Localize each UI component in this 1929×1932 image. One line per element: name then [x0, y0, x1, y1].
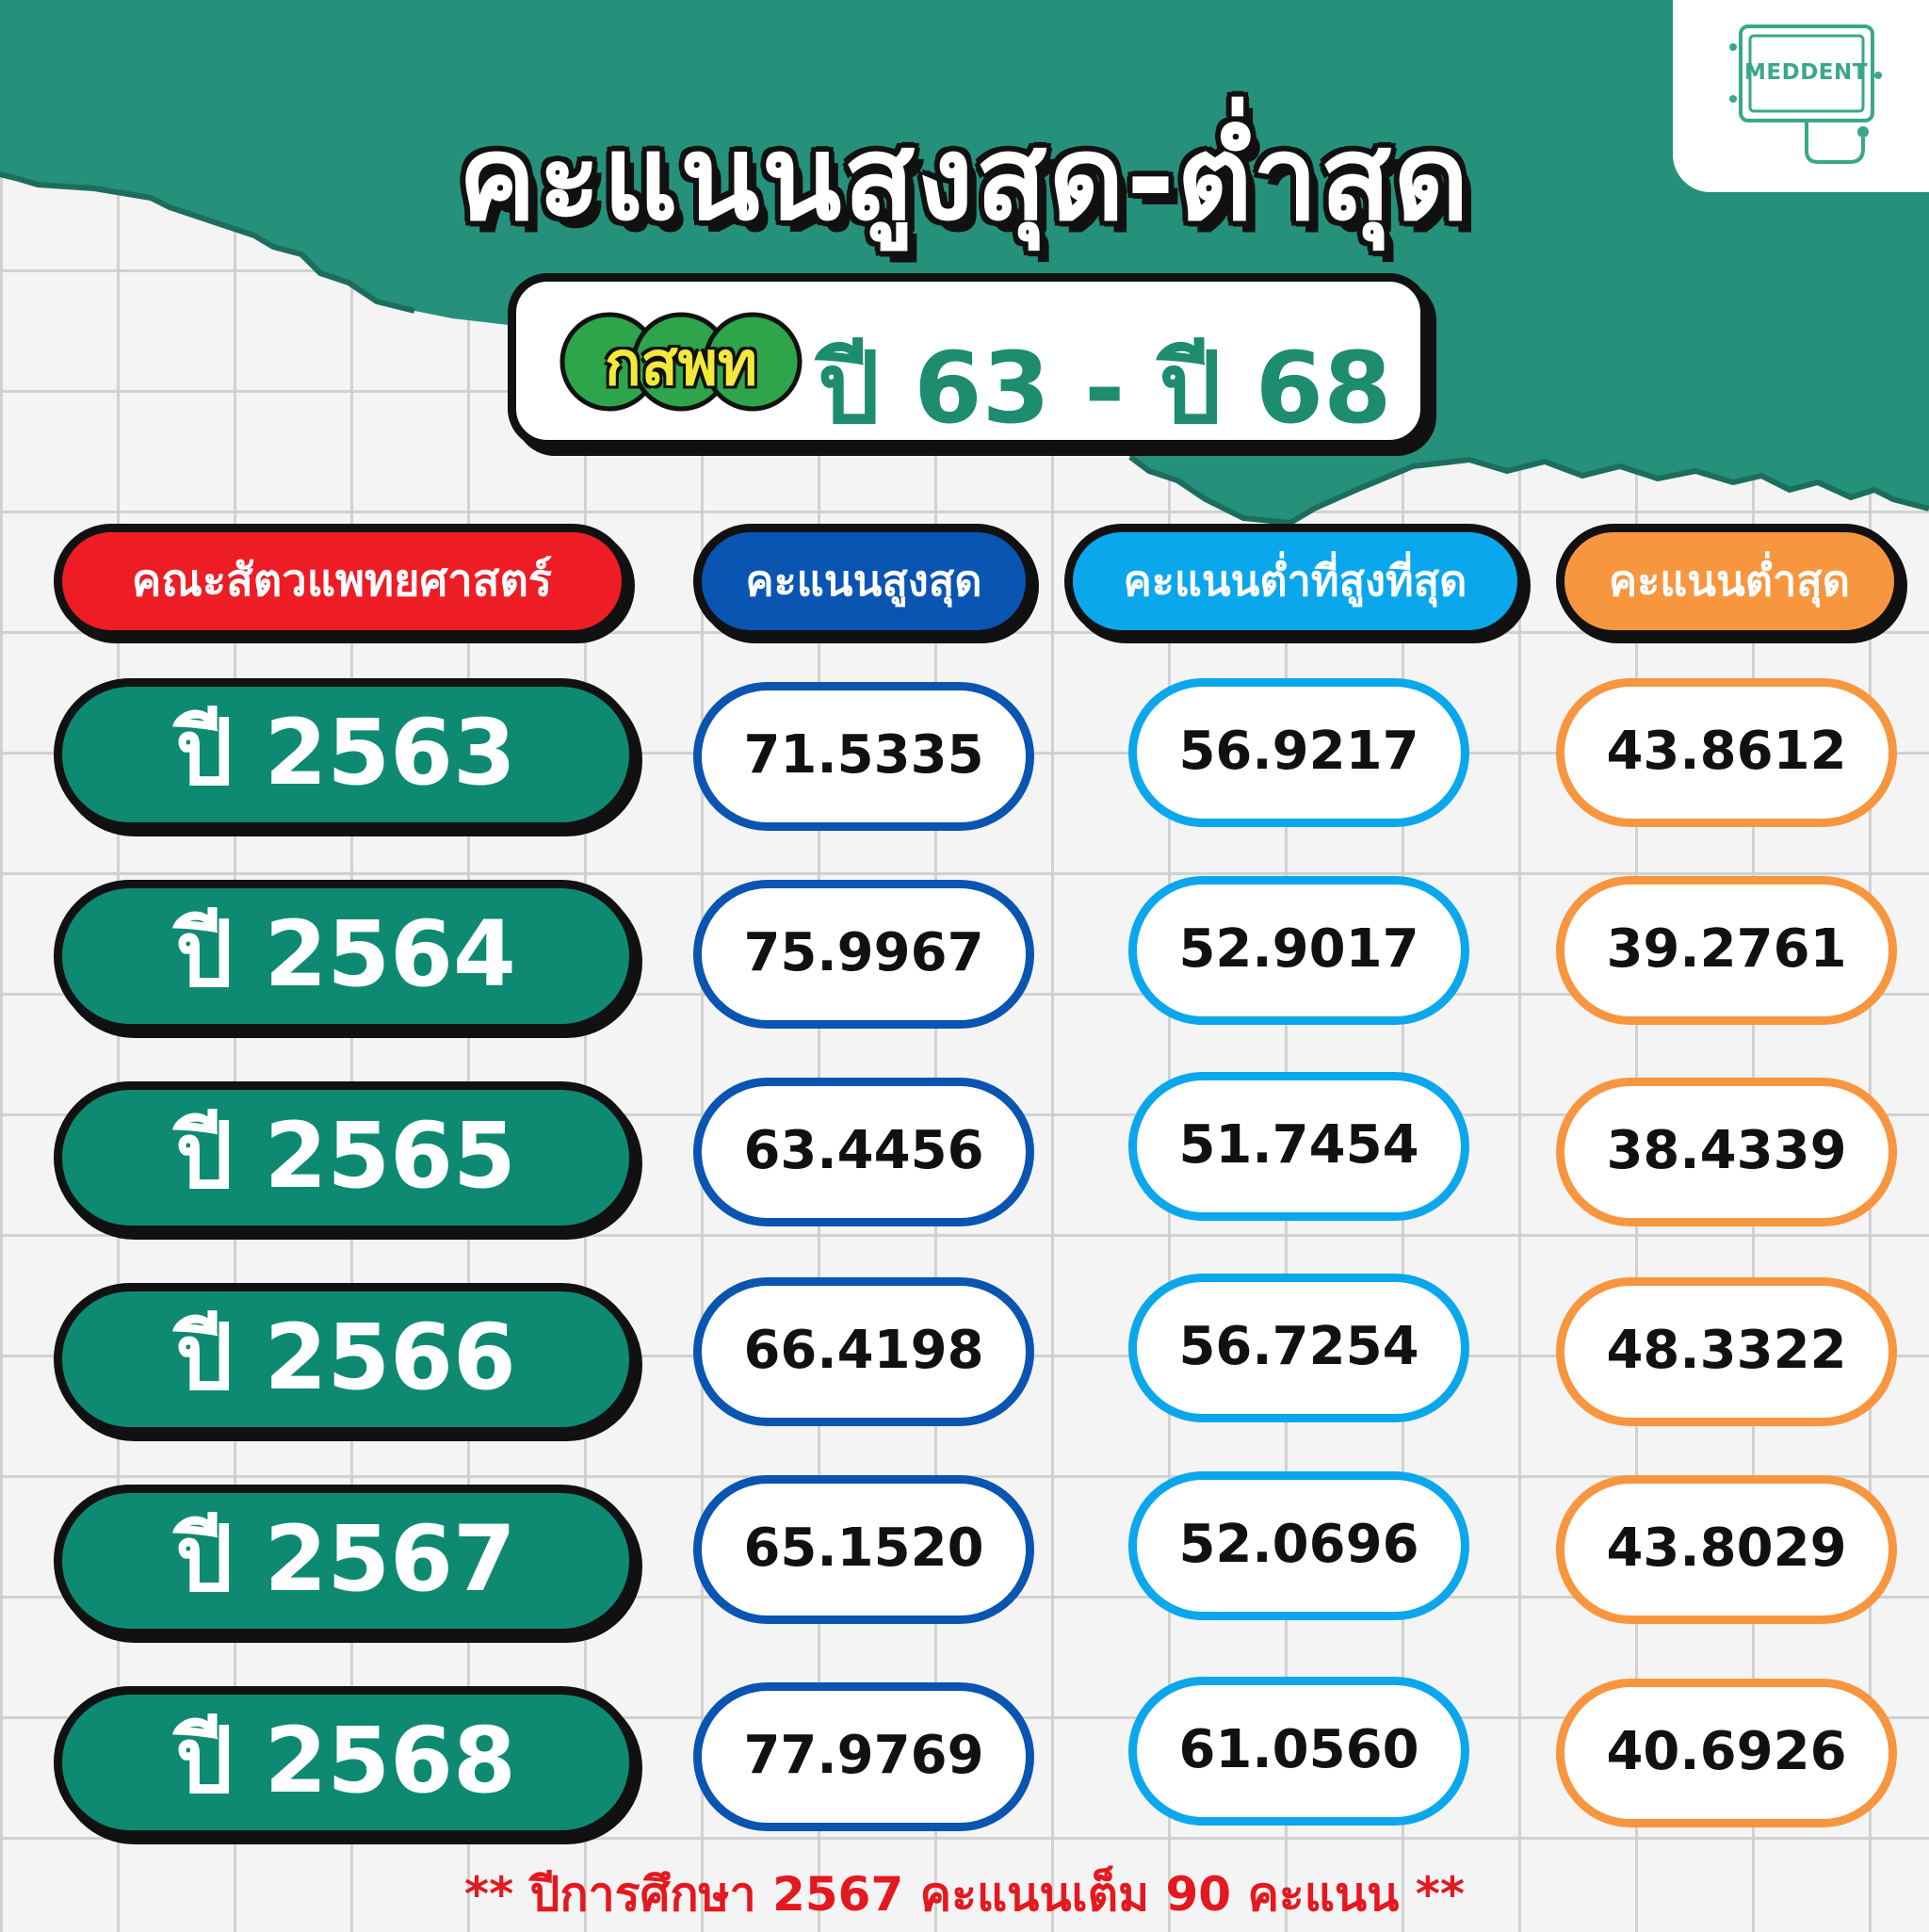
min-score-value: 38.4339: [1556, 1078, 1897, 1226]
footnote: ** ปีการศึกษา 2567 คะแนนเต็ม 90 คะแนน **: [463, 1867, 1466, 1922]
highest-min-score-value: 51.7454: [1128, 1072, 1469, 1221]
header-faculty: คณะสัตวแพทยศาสตร์: [54, 524, 630, 639]
max-score-value: 65.1520: [693, 1475, 1034, 1624]
year-label: ปี 2567: [54, 1485, 638, 1637]
min-score-value: 40.6926: [1556, 1679, 1897, 1827]
highest-min-score-value: 52.9017: [1128, 876, 1469, 1025]
min-score-value: 43.8612: [1556, 678, 1897, 827]
year-label: ปี 2564: [54, 880, 638, 1032]
year-label: ปี 2568: [54, 1686, 638, 1839]
emblem-text: กสพท: [604, 329, 758, 399]
max-score-value: 71.5335: [693, 682, 1034, 831]
min-score-value: 48.3322: [1556, 1277, 1897, 1426]
monitor-stethoscope-icon: [1729, 24, 1882, 164]
max-score-value: 63.4456: [693, 1078, 1034, 1226]
min-score-value: 39.2761: [1556, 876, 1897, 1025]
year-label: ปี 2563: [54, 678, 638, 831]
meddent-logo: MEDDENT: [1673, 0, 1929, 192]
logo-text: MEDDENT: [1744, 60, 1868, 85]
header-highest-min-score: คะแนนต่ำที่สูงที่สุด: [1064, 524, 1526, 639]
max-score-value: 77.9769: [693, 1682, 1034, 1831]
page-title: คะแนนสูงสุด-ต่ำสุด: [458, 111, 1471, 247]
highest-min-score-value: 56.9217: [1128, 678, 1469, 827]
subtitle-banner: กสพท ปี 63 - ปี 68: [508, 273, 1429, 448]
year-label: ปี 2565: [54, 1081, 638, 1234]
header-min-score: คะแนนต่ำสุด: [1556, 524, 1903, 639]
highest-min-score-value: 52.0696: [1128, 1471, 1469, 1620]
year-range: ปี 63 - ปี 68: [818, 331, 1392, 446]
min-score-value: 43.8029: [1556, 1475, 1897, 1624]
highest-min-score-value: 56.7254: [1128, 1274, 1469, 1422]
highest-min-score-value: 61.0560: [1128, 1677, 1469, 1826]
header-max-score: คะแนนสูงสุด: [693, 524, 1034, 639]
max-score-value: 66.4198: [693, 1277, 1034, 1426]
year-label: ปี 2566: [54, 1283, 638, 1436]
max-score-value: 75.9967: [693, 880, 1034, 1029]
